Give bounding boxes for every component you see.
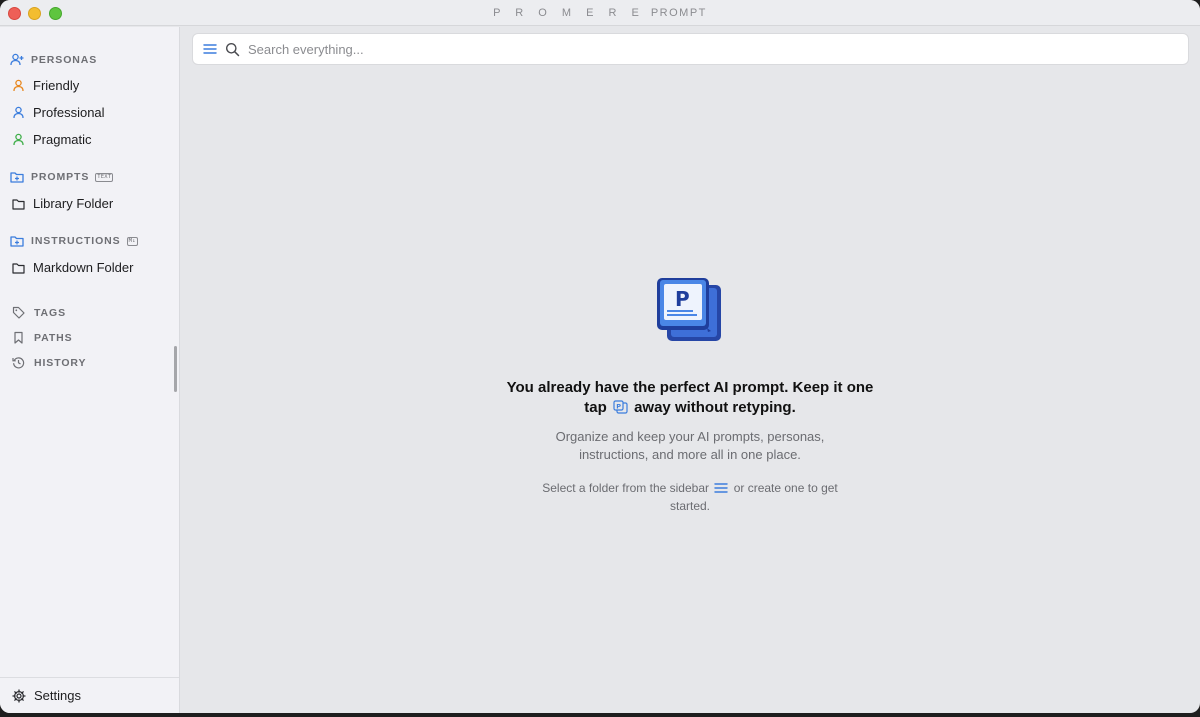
settings-label: Settings	[34, 688, 81, 703]
sidebar-item-professional[interactable]: Professional	[12, 105, 105, 120]
empty-state: P You already have the perfect AI prompt…	[500, 276, 880, 515]
history-icon	[12, 357, 25, 369]
sidebar-menu-icon	[714, 483, 729, 493]
sidebar-item-label: TAGS	[34, 306, 66, 319]
gear-icon	[12, 688, 26, 703]
person-icon	[13, 133, 24, 146]
window-title: P R O M E R E PROMPT	[0, 7, 1200, 19]
section-instructions[interactable]: INSTRUCTIONS M↓	[10, 235, 138, 247]
add-folder-icon	[10, 172, 24, 183]
sidebar-item-label: PATHS	[34, 331, 73, 344]
sidebar-item-history[interactable]: HISTORY	[12, 356, 86, 369]
instructions-heading: INSTRUCTIONS	[31, 235, 121, 247]
sidebar-scrollbar[interactable]	[174, 346, 177, 392]
sidebar-item-tags[interactable]: TAGS	[12, 306, 66, 319]
sidebar-item-pragmatic[interactable]: Pragmatic	[12, 132, 92, 147]
section-personas[interactable]: PERSONAS	[10, 53, 97, 66]
sidebar-item-label: Professional	[33, 105, 105, 120]
add-folder-icon	[10, 236, 24, 247]
markdown-format-badge: M↓	[126, 236, 138, 246]
folder-icon	[12, 198, 25, 210]
tag-icon	[12, 306, 25, 319]
search-input[interactable]	[248, 41, 948, 57]
settings-button[interactable]: Settings	[0, 677, 179, 713]
prompts-heading: PROMPTS	[31, 171, 90, 183]
sidebar-toggle-icon[interactable]	[203, 43, 217, 55]
hint-text-1: Select a folder from the sidebar	[542, 481, 709, 495]
folder-icon	[12, 262, 25, 274]
sidebar-item-label: Friendly	[33, 78, 80, 93]
sidebar-item-paths[interactable]: PATHS	[12, 331, 73, 344]
app-window: P R O M E R E PROMPT PERSONAS Friendly Pr…	[0, 0, 1200, 713]
sidebar-item-markdown-folder[interactable]: Markdown Folder	[12, 260, 133, 275]
personas-heading: PERSONAS	[31, 53, 98, 66]
empty-state-hint: Select a folder from the sidebar or crea…	[525, 479, 855, 515]
sidebar-item-library-folder[interactable]: Library Folder	[12, 196, 113, 211]
empty-state-description: Organize and keep your AI prompts, perso…	[555, 429, 825, 462]
section-prompts[interactable]: PROMPTS TEXT	[10, 171, 114, 183]
bookmark-icon	[14, 331, 23, 344]
svg-text:P: P	[675, 287, 690, 311]
search-bar	[192, 33, 1189, 65]
empty-state-headline: You already have the perfect AI prompt. …	[500, 378, 880, 418]
person-icon	[13, 106, 24, 119]
title-app: PROMPT	[650, 7, 707, 19]
title-bar: P R O M E R E PROMPT	[0, 0, 1200, 26]
sidebar: PERSONAS Friendly Professional Pragmatic	[0, 27, 180, 713]
sidebar-item-label: Pragmatic	[33, 132, 92, 147]
search-icon	[226, 42, 240, 56]
sidebar-item-label: Markdown Folder	[33, 260, 134, 275]
title-brand: P R O M E R E	[493, 7, 645, 19]
sidebar-item-label: Library Folder	[33, 196, 114, 211]
svg-text:P: P	[616, 403, 621, 411]
text-format-badge: TEXT	[95, 172, 114, 182]
headline-text-2: away without retyping.	[634, 399, 796, 416]
promere-logo-icon: P	[657, 278, 721, 341]
add-person-icon	[10, 53, 24, 66]
promere-small-logo-icon: P	[613, 400, 628, 414]
person-icon	[13, 79, 24, 92]
sidebar-item-label: HISTORY	[34, 356, 87, 369]
sidebar-item-friendly[interactable]: Friendly	[12, 78, 79, 93]
